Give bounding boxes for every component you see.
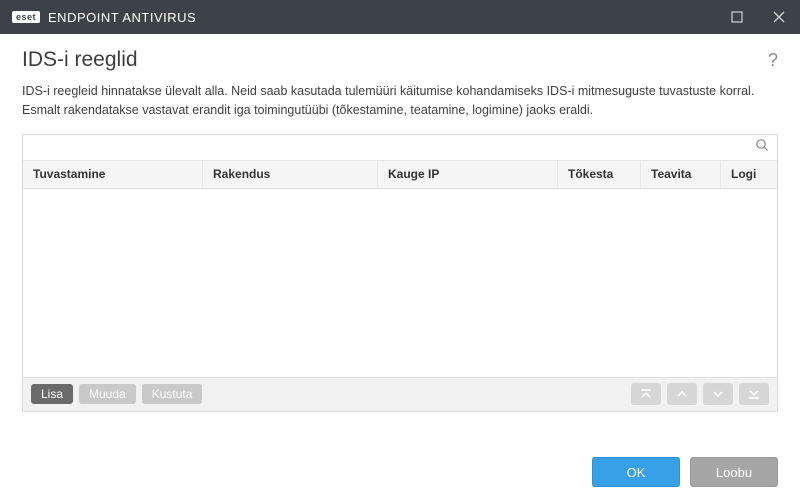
column-detection[interactable]: Tuvastamine xyxy=(23,161,203,188)
brand-badge: eset xyxy=(12,11,40,23)
column-application[interactable]: Rakendus xyxy=(203,161,378,188)
column-log[interactable]: Logi xyxy=(721,161,777,188)
move-up-button xyxy=(667,383,697,405)
column-notify[interactable]: Teavita xyxy=(641,161,721,188)
page-title: IDS-i reeglid xyxy=(22,48,768,72)
page-description: IDS-i reegleid hinnatakse ülevalt alla. … xyxy=(0,76,800,134)
minimize-icon xyxy=(731,11,743,23)
grid-header: Tuvastamine Rakendus Kauge IP Tõkesta Te… xyxy=(23,161,777,189)
titlebar: eset ENDPOINT ANTIVIRUS xyxy=(0,0,800,34)
search-icon[interactable] xyxy=(755,138,771,157)
add-button[interactable]: Lisa xyxy=(31,384,73,404)
ok-button[interactable]: OK xyxy=(592,457,680,487)
minimize-button[interactable] xyxy=(716,0,758,34)
search-row xyxy=(23,135,777,161)
column-remote-ip[interactable]: Kauge IP xyxy=(378,161,558,188)
rules-grid: Tuvastamine Rakendus Kauge IP Tõkesta Te… xyxy=(22,134,778,412)
dialog-footer: OK Loobu xyxy=(0,444,800,500)
chevron-bottom-icon xyxy=(748,388,760,400)
app-title: ENDPOINT ANTIVIRUS xyxy=(48,10,196,25)
move-top-button xyxy=(631,383,661,405)
search-input[interactable] xyxy=(31,136,755,158)
chevron-top-icon xyxy=(640,388,652,400)
grid-toolbar: Lisa Muuda Kustuta xyxy=(23,377,777,411)
chevron-down-icon xyxy=(712,388,724,400)
page-header: IDS-i reeglid ? xyxy=(0,34,800,76)
chevron-up-icon xyxy=(676,388,688,400)
edit-button: Muuda xyxy=(79,384,136,404)
delete-button: Kustuta xyxy=(142,384,203,404)
column-block[interactable]: Tõkesta xyxy=(558,161,641,188)
help-icon[interactable]: ? xyxy=(768,50,778,71)
close-button[interactable] xyxy=(758,0,800,34)
move-bottom-button xyxy=(739,383,769,405)
cancel-button[interactable]: Loobu xyxy=(690,457,778,487)
grid-body xyxy=(23,189,777,377)
close-icon xyxy=(773,11,785,23)
move-down-button xyxy=(703,383,733,405)
